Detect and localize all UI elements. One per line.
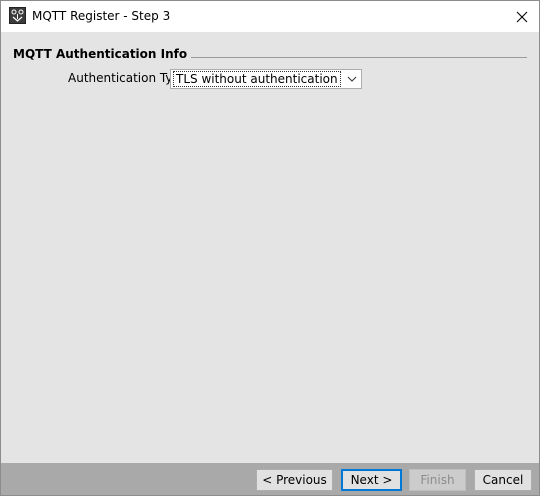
window-title: MQTT Register - Step 3 xyxy=(32,9,171,23)
group-header: MQTT Authentication Info xyxy=(13,47,527,61)
previous-button[interactable]: < Previous xyxy=(256,469,333,491)
button-bar: < Previous Next > Finish Cancel xyxy=(1,463,539,495)
dialog-content: MQTT Authentication Info Authentication … xyxy=(1,32,539,463)
dialog-window: MQTT Register - Step 3 MQTT Authenticati… xyxy=(0,0,540,496)
auth-type-value: TLS without authentication xyxy=(173,71,341,87)
auth-type-select[interactable]: TLS without authentication xyxy=(170,69,362,89)
close-button[interactable] xyxy=(505,1,539,32)
finish-button[interactable]: Finish xyxy=(409,469,466,491)
mqtt-app-icon xyxy=(9,7,26,24)
group-title: MQTT Authentication Info xyxy=(13,47,192,61)
close-icon xyxy=(516,11,528,22)
title-bar: MQTT Register - Step 3 xyxy=(1,1,539,32)
next-button[interactable]: Next > xyxy=(341,469,402,491)
chevron-down-icon[interactable] xyxy=(343,70,361,88)
cancel-button[interactable]: Cancel xyxy=(474,469,532,491)
